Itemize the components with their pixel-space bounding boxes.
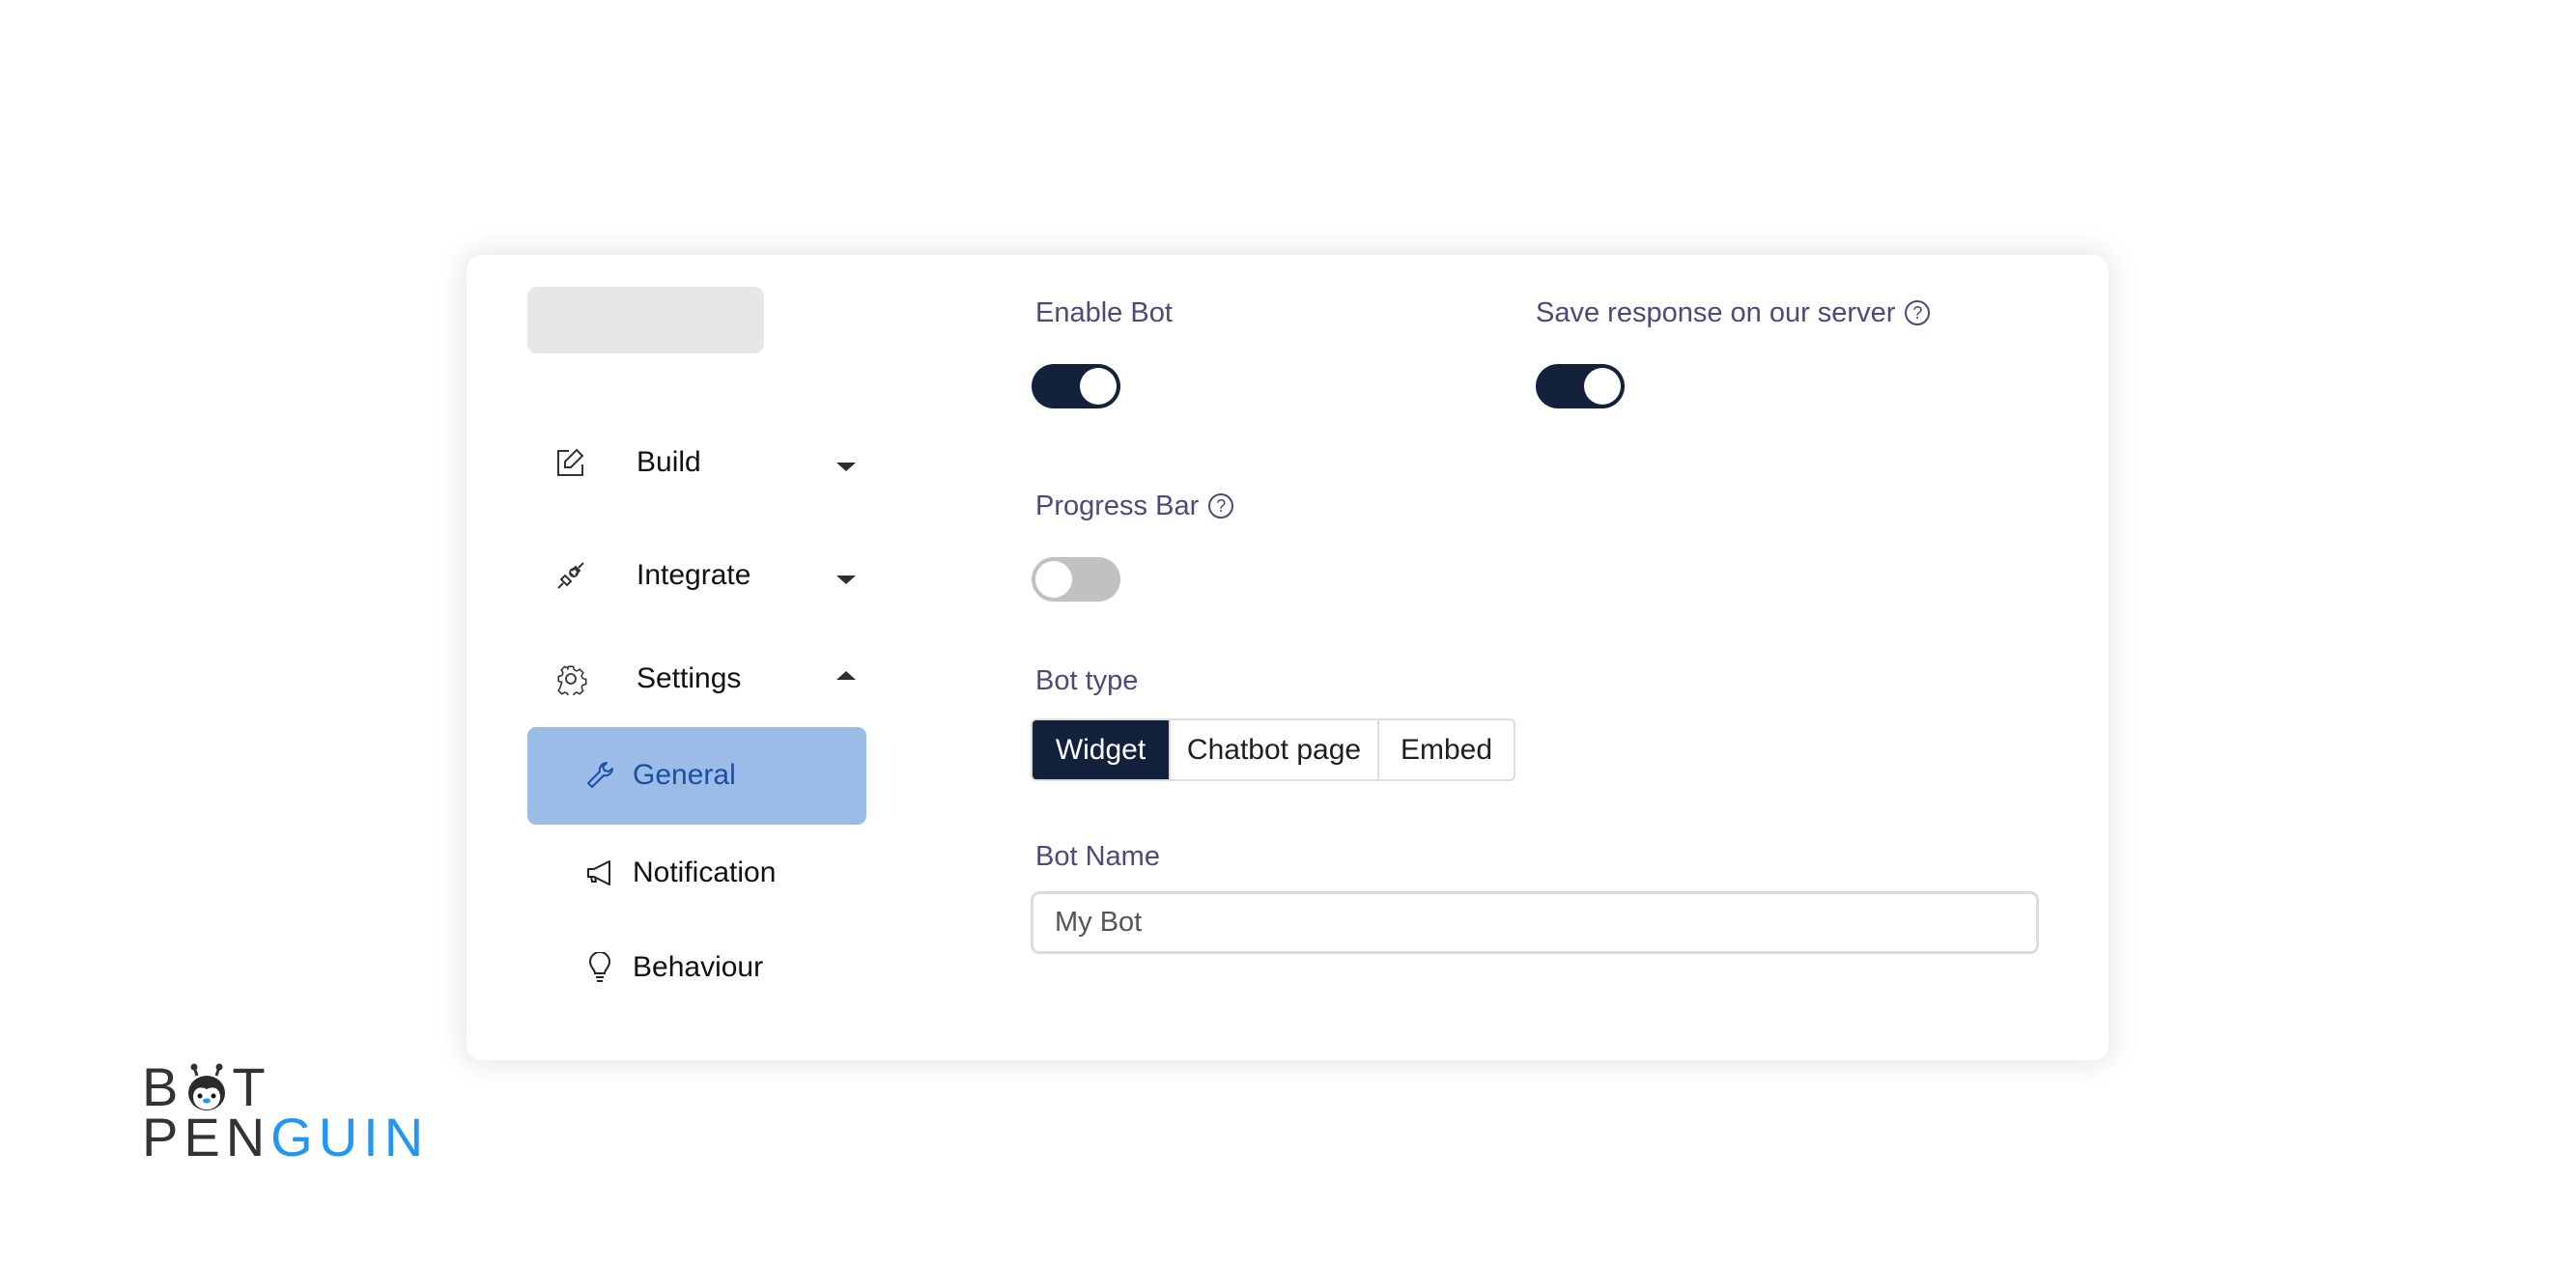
penguin-icon <box>185 1062 228 1112</box>
toggle-knob <box>1584 368 1621 405</box>
bot-type-label-text: Bot type <box>1035 665 1139 696</box>
enable-bot-label: Enable Bot <box>1035 296 1173 329</box>
edit-icon <box>554 446 587 479</box>
logo-text-pen: PEN <box>142 1107 271 1167</box>
enable-bot-label-text: Enable Bot <box>1035 297 1173 328</box>
logo-text-b: B <box>142 1056 184 1117</box>
logo-text-guin: GUIN <box>270 1107 430 1167</box>
chevron-down-icon[interactable] <box>836 463 856 471</box>
sidebar-item-label: Integrate <box>637 559 751 591</box>
sidebar-item-label: Build <box>637 446 701 478</box>
sidebar-subitem-behaviour[interactable]: Behaviour <box>527 919 866 1017</box>
logo-text-t: T <box>232 1056 271 1117</box>
chevron-up-icon[interactable] <box>836 671 856 680</box>
help-icon[interactable]: ? <box>1208 493 1234 519</box>
progress-bar-label: Progress Bar ? <box>1035 490 1234 522</box>
sidebar-item-build[interactable]: Build <box>527 434 866 492</box>
bot-name-input[interactable] <box>1031 891 2039 954</box>
sidebar-item-settings[interactable]: Settings <box>527 650 866 708</box>
wrench-icon <box>584 760 615 791</box>
progress-bar-toggle[interactable] <box>1032 557 1120 602</box>
progress-bar-label-text: Progress Bar <box>1035 491 1200 521</box>
help-icon[interactable]: ? <box>1905 300 1931 325</box>
bot-type-label: Bot type <box>1035 664 1138 697</box>
lightbulb-icon <box>584 951 615 983</box>
toggle-knob <box>1080 368 1117 405</box>
sidebar-subitem-label: General <box>633 759 736 791</box>
enable-bot-toggle[interactable] <box>1032 364 1120 408</box>
bot-type-chatbot-page[interactable]: Chatbot page <box>1169 720 1377 779</box>
sidebar-subitem-label: Behaviour <box>633 951 764 983</box>
sidebar-subitem-notification[interactable]: Notification <box>527 825 866 922</box>
sidebar-subitem-general[interactable]: General <box>527 727 866 825</box>
sidebar-item-integrate[interactable]: Integrate <box>527 547 866 604</box>
bot-name-label: Bot Name <box>1035 840 1160 873</box>
megaphone-icon <box>584 857 615 888</box>
settings-card: Build Integrate Settings General Notific… <box>467 255 2109 1060</box>
bot-name-label-text: Bot Name <box>1035 841 1160 872</box>
bot-type-embed[interactable]: Embed <box>1377 720 1514 779</box>
save-response-toggle[interactable] <box>1536 364 1625 408</box>
bot-type-widget[interactable]: Widget <box>1033 720 1169 779</box>
chevron-down-icon[interactable] <box>836 576 856 584</box>
plug-icon <box>554 559 587 592</box>
bot-type-selector: Widget Chatbot page Embed <box>1031 718 1515 781</box>
gear-icon <box>554 662 587 695</box>
toggle-knob <box>1035 561 1072 598</box>
save-response-label: Save response on our server ? <box>1536 296 1931 329</box>
sidebar-item-label: Settings <box>637 662 742 694</box>
save-response-label-text: Save response on our server <box>1536 297 1896 328</box>
botpenguin-logo: B T PEN GUIN <box>142 1056 430 1167</box>
bot-avatar-placeholder <box>527 287 764 353</box>
sidebar-subitem-label: Notification <box>633 857 777 888</box>
